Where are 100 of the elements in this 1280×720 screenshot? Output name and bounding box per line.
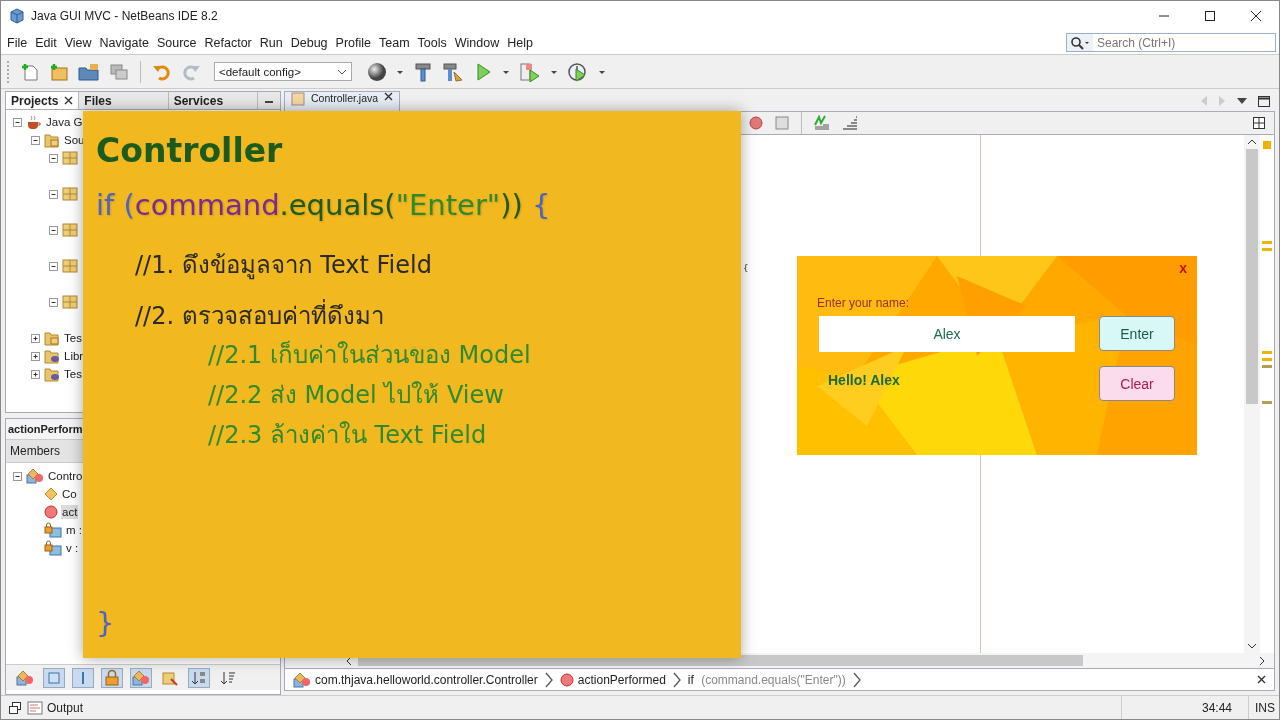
members-label: Members: [10, 444, 60, 458]
tree-item[interactable]: m :: [65, 523, 83, 537]
bar-icon[interactable]: [72, 667, 94, 688]
close-icon[interactable]: [64, 96, 74, 105]
code-text: {: [743, 263, 749, 273]
collapse-icon[interactable]: [48, 225, 59, 235]
cursor-position: 34:44: [1120, 696, 1242, 719]
expand-icon[interactable]: [30, 351, 41, 361]
menu-item[interactable]: View: [60, 33, 96, 52]
collapse-icon[interactable]: [30, 135, 41, 145]
enter-button[interactable]: Enter: [1099, 316, 1175, 351]
editor-tab[interactable]: Controller.java: [284, 91, 401, 111]
panel-tab[interactable]: Projects: [6, 92, 80, 109]
menu-item[interactable]: Navigate: [95, 33, 153, 52]
panel-tab[interactable]: Services: [168, 92, 258, 109]
restore-icon[interactable]: [9, 701, 21, 714]
class-icon: [293, 671, 311, 688]
tree-item[interactable]: Java G: [45, 115, 84, 129]
folder-icon: [44, 366, 60, 382]
close-icon[interactable]: [384, 92, 394, 101]
window-title: Java GUI MVC - NetBeans IDE 8.2: [31, 9, 218, 23]
circle-icon: [559, 672, 574, 687]
diamond-icon: [44, 487, 58, 501]
expand-icon[interactable]: [30, 369, 41, 379]
tree-item[interactable]: Tes: [63, 367, 83, 381]
slide-title: Controller: [96, 131, 284, 170]
coffee-cup-icon: [26, 114, 42, 130]
collapse-icon[interactable]: [12, 117, 23, 127]
cube-icon: [9, 8, 25, 24]
package-icon: [62, 294, 78, 310]
menu-item[interactable]: Source: [152, 33, 201, 52]
collapse-icon[interactable]: [48, 189, 59, 199]
folder-icon: [44, 348, 60, 364]
package-icon: [62, 186, 78, 202]
breadcrumb-item[interactable]: com.thjava.helloworld.controller.Controller: [293, 671, 538, 688]
code-comment: //2.1 เก็บค่าในส่วนของ Model: [208, 339, 532, 371]
lock-icon: [44, 522, 62, 538]
lock-icon[interactable]: [101, 667, 123, 688]
class-icon[interactable]: [130, 667, 152, 688]
package-icon: [62, 150, 78, 166]
tree-item[interactable]: Contro: [47, 469, 84, 483]
insert-mode: INS: [1248, 696, 1279, 719]
greeting-text: Hello! Alex: [828, 372, 900, 388]
chevron-icon: [851, 671, 862, 688]
tree-item[interactable]: Tes: [63, 331, 83, 345]
menu-item[interactable]: Tools: [413, 33, 451, 52]
tree-item[interactable]: v :: [65, 541, 80, 555]
search-input[interactable]: Search (Ctrl+I): [1093, 34, 1275, 51]
scrollbar-thumb[interactable]: [1246, 149, 1258, 404]
scroll-up-icon[interactable]: [1247, 138, 1257, 145]
circle-icon: [44, 505, 58, 519]
scroll-down-icon[interactable]: [1247, 643, 1257, 650]
split-icon[interactable]: [1250, 117, 1268, 129]
name-input-field[interactable]: Alex: [819, 316, 1075, 352]
menu-item[interactable]: File: [3, 33, 32, 52]
search-field[interactable]: Search (Ctrl+I): [1066, 33, 1276, 52]
code-line: if (command.equals("Enter")) {: [96, 188, 552, 222]
menu-item[interactable]: Team: [375, 33, 414, 52]
tree-item[interactable]: Libr: [63, 349, 85, 363]
collapse-icon[interactable]: [48, 153, 59, 163]
panel-tab[interactable]: Files: [79, 92, 169, 109]
breadcrumb-item[interactable]: actionPerformed: [559, 672, 666, 687]
menu-item[interactable]: Refactor: [200, 33, 256, 52]
collapse-icon[interactable]: [48, 297, 59, 307]
sort-icon[interactable]: [188, 667, 210, 688]
tree-item[interactable]: Co: [61, 487, 78, 501]
code-comment: //1. ดึงข้อมูลจาก Text Field: [135, 250, 433, 282]
status-mark: [1263, 141, 1271, 149]
menu-item[interactable]: Profile: [331, 33, 375, 52]
menu-item[interactable]: Window: [450, 33, 504, 52]
config-dropdown[interactable]: <default config>: [214, 62, 352, 81]
expand-icon[interactable]: [30, 333, 41, 343]
scroll-right-icon[interactable]: [1259, 655, 1266, 666]
caret-icon: [337, 68, 347, 75]
breadcrumb-item[interactable]: if (command.equals("Enter")): [687, 672, 846, 687]
menu-item[interactable]: Debug: [286, 33, 332, 52]
file-icon: [291, 92, 305, 106]
lock-icon: [44, 540, 62, 556]
output-window-icon: [27, 700, 43, 715]
code-comment: //2.2 ส่ง Model ไปให้ View: [208, 380, 505, 411]
menu-item[interactable]: Run: [255, 33, 287, 52]
collapse-icon[interactable]: [12, 471, 23, 481]
class-icon: [26, 468, 44, 484]
clear-button[interactable]: Clear: [1099, 366, 1175, 401]
collapse-icon[interactable]: [48, 261, 59, 271]
code-comment: //2. ตรวจสอบค่าที่ดึงมา: [135, 299, 741, 333]
menu-item[interactable]: Edit: [31, 33, 61, 52]
tree-item[interactable]: act: [61, 505, 79, 519]
folder-icon: [44, 330, 60, 346]
menu-item[interactable]: Help: [503, 33, 537, 52]
code-line: }: [96, 606, 116, 640]
chevron-icon: [671, 671, 682, 688]
folder-icon: [44, 132, 60, 148]
error-stripe-mark: [1262, 401, 1272, 404]
package-icon: [62, 222, 78, 238]
search-icon[interactable]: [1067, 34, 1093, 51]
close-icon[interactable]: [1257, 675, 1266, 684]
output-button[interactable]: Output: [27, 700, 84, 715]
package-icon: [62, 258, 78, 274]
chevron-icon: [543, 671, 554, 688]
